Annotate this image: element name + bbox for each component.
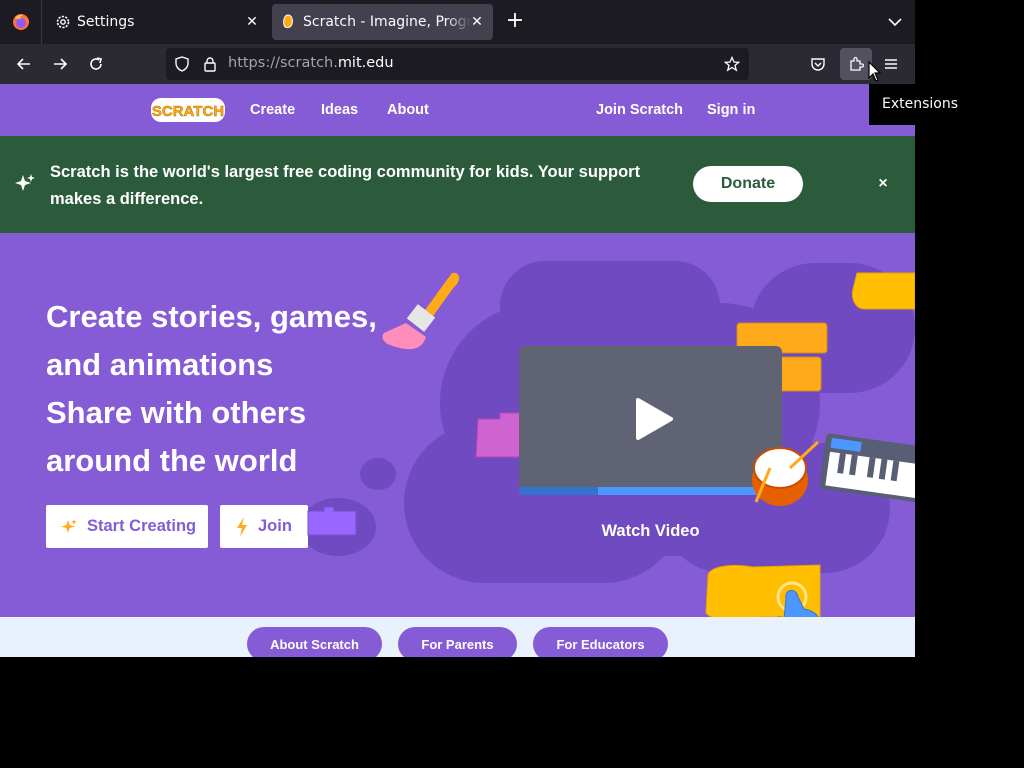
reload-icon <box>90 57 102 70</box>
hamburger-menu-icon <box>885 59 897 69</box>
chevron-down-icon[interactable] <box>884 12 906 32</box>
scratch-navbar: SCRATCH Create Ideas About Join Scratch … <box>0 84 915 136</box>
purple-block-decoration <box>307 506 357 536</box>
drum-decoration <box>752 440 820 506</box>
url-domain: mit.edu <box>337 55 394 71</box>
join-label: Join <box>258 517 292 535</box>
join-scratch-link[interactable]: Join Scratch <box>596 102 683 118</box>
scratch-favicon-icon <box>283 14 293 28</box>
video-progress-fill <box>519 487 598 495</box>
scratch-page: SCRATCH Create Ideas About Join Scratch … <box>0 84 915 657</box>
tab-title: Scratch - Imagine, Program, Share <box>303 14 471 30</box>
back-arrow-icon <box>16 58 30 70</box>
new-tab-button[interactable]: + <box>503 10 527 34</box>
video-progress-bar[interactable] <box>519 487 782 495</box>
paintbrush-decoration <box>382 272 460 350</box>
watch-video-button[interactable]: Watch Video <box>587 507 714 556</box>
tab-strip: Settings ✕ Scratch - Imagine, Program, S… <box>0 0 915 44</box>
hero-line: and animations <box>46 347 274 382</box>
audience-links-section: About Scratch For Parents For Educators <box>0 617 915 657</box>
reload-button[interactable] <box>84 52 108 76</box>
donation-banner: Scratch is the world's largest free codi… <box>0 136 915 233</box>
forward-button[interactable] <box>48 52 72 76</box>
lightning-icon <box>237 516 247 537</box>
close-tab-icon[interactable]: ✕ <box>244 14 260 30</box>
tab-settings[interactable]: Settings ✕ <box>46 4 268 40</box>
sparkle-icon <box>15 174 35 191</box>
lock-icon[interactable] <box>202 56 218 72</box>
url-bar[interactable]: https://scratch.mit.edu <box>166 48 749 80</box>
tab-scratch[interactable]: Scratch - Imagine, Program, Share ✕ <box>272 4 493 40</box>
mouse-cursor-icon <box>868 61 882 82</box>
close-banner-button[interactable]: × <box>874 174 892 194</box>
start-creating-label: Start Creating <box>87 517 197 535</box>
puzzle-icon <box>850 56 864 71</box>
svg-text:SCRATCH: SCRATCH <box>152 103 224 120</box>
video-player[interactable] <box>519 346 782 495</box>
donate-button[interactable]: Donate <box>693 166 803 202</box>
menu-button[interactable] <box>879 52 903 76</box>
tab-title: Settings <box>77 14 135 30</box>
nav-create-link[interactable]: Create <box>250 102 295 118</box>
gear-icon <box>56 15 70 29</box>
start-creating-button[interactable]: Start Creating <box>46 505 208 548</box>
scratch-logo[interactable]: SCRATCH <box>150 96 226 124</box>
firefox-icon <box>12 14 29 30</box>
yellow-block-decoration <box>852 272 915 310</box>
nav-about-link[interactable]: About <box>387 102 429 118</box>
firefox-view-button[interactable] <box>0 0 42 44</box>
keyboard-decoration <box>820 433 915 502</box>
hero-heading: Create stories, games, and animations Sh… <box>46 293 406 485</box>
pocket-button[interactable] <box>806 52 830 76</box>
hero-section: Create stories, games, and animations Sh… <box>0 233 915 645</box>
sparkle-icon <box>61 518 77 533</box>
banner-message: Scratch is the world's largest free codi… <box>50 163 641 208</box>
for-parents-button[interactable]: For Parents <box>398 627 517 657</box>
url-text: https://scratch.mit.edu <box>228 55 394 71</box>
pocket-icon <box>811 58 825 71</box>
browser-window: Settings ✕ Scratch - Imagine, Program, S… <box>0 0 915 657</box>
url-prefix: https://scratch. <box>228 55 338 71</box>
hero-line: Create stories, games, <box>46 299 377 334</box>
play-icon[interactable] <box>634 397 674 441</box>
sign-in-link[interactable]: Sign in <box>707 102 755 118</box>
bookmark-star-icon[interactable] <box>724 56 740 72</box>
hero-line: Share with others <box>46 395 307 430</box>
about-scratch-button[interactable]: About Scratch <box>247 627 382 657</box>
hero-line: around the world <box>46 443 298 478</box>
shield-icon[interactable] <box>174 56 190 72</box>
background-blob <box>852 513 886 545</box>
close-tab-icon[interactable]: ✕ <box>469 14 485 30</box>
for-educators-button[interactable]: For Educators <box>533 627 668 657</box>
extensions-tooltip: Extensions <box>869 84 1024 125</box>
nav-ideas-link[interactable]: Ideas <box>321 102 358 118</box>
back-button[interactable] <box>12 52 36 76</box>
navigation-toolbar: https://scratch.mit.edu <box>0 44 915 84</box>
forward-arrow-icon <box>54 58 68 70</box>
join-button[interactable]: Join <box>220 505 308 548</box>
